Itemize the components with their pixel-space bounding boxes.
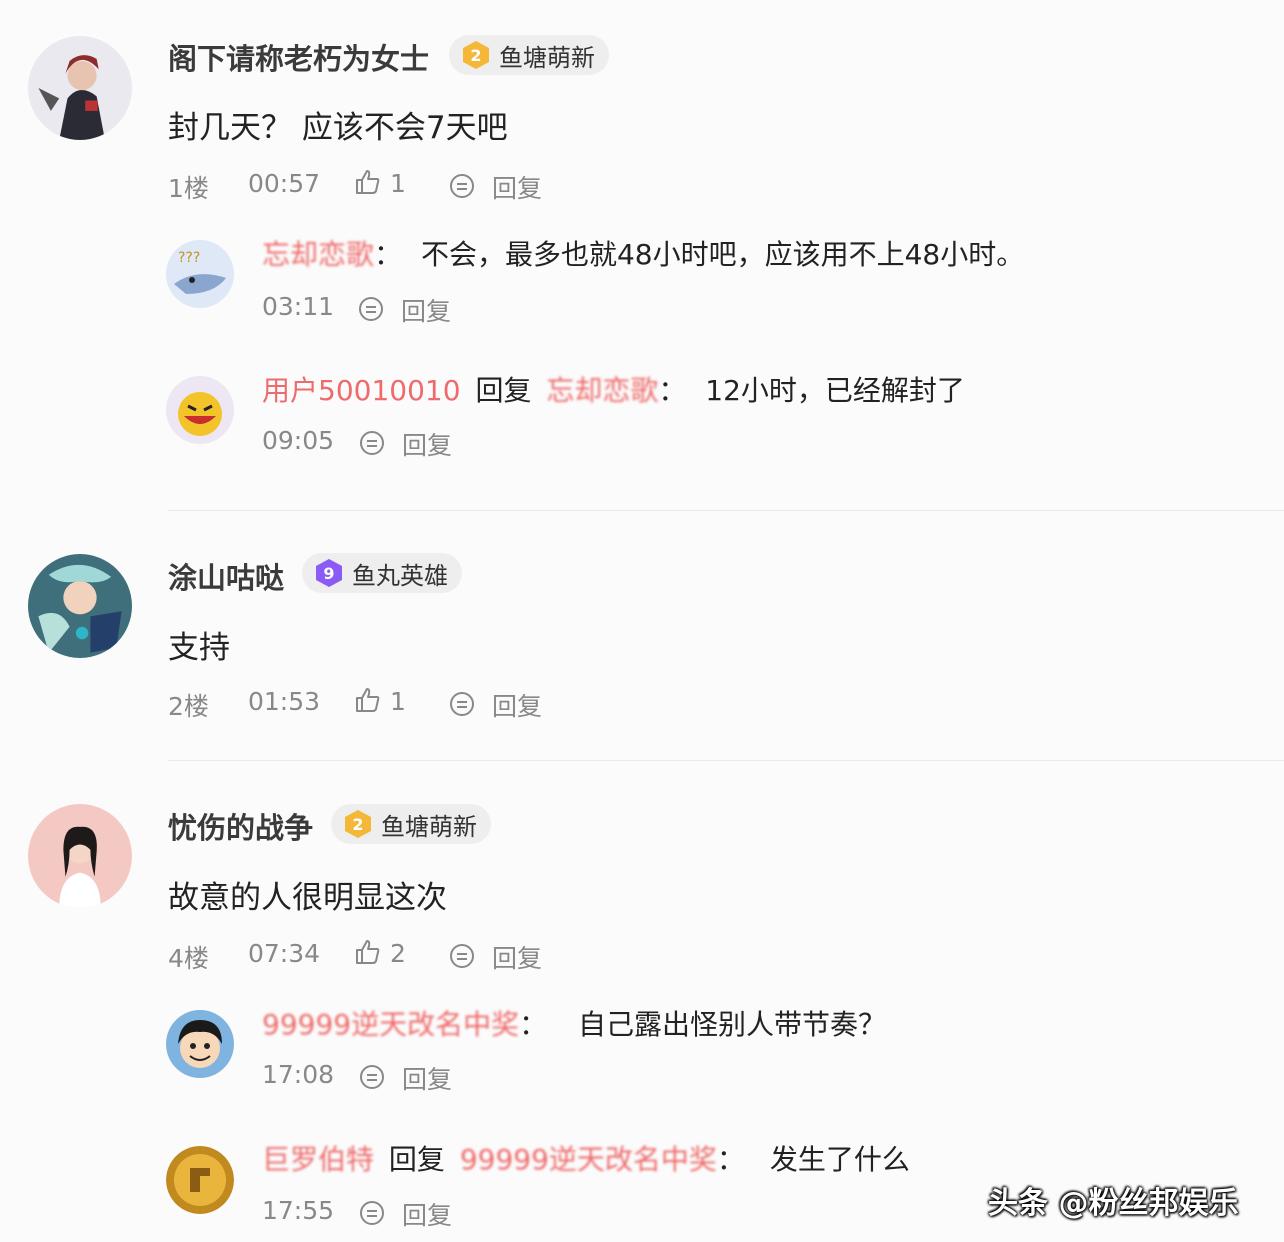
avatar-image	[166, 1146, 234, 1214]
reply-target-user[interactable]: 忘却恋歌	[546, 374, 658, 407]
comment-author[interactable]: 忧伤的战争	[168, 805, 313, 847]
like-count: 1	[390, 687, 406, 716]
reply-word: 回复	[475, 374, 532, 407]
reply-button[interactable]: 回复	[401, 292, 451, 328]
reply-line: 忘却恋歌： 不会，最多也就48小时吧，应该用不上48小时。	[262, 233, 1024, 273]
watermark: 头条 @粉丝邦娱乐	[988, 1186, 1239, 1221]
reply-avatar[interactable]	[166, 1146, 234, 1214]
reply-button[interactable]: 回复	[492, 939, 542, 975]
svg-text:2: 2	[470, 46, 481, 65]
reply-time: 17:08	[262, 1060, 335, 1089]
comment-bubble-icon[interactable]	[448, 690, 476, 718]
comment-time: 00:57	[248, 169, 321, 198]
thumbs-up-icon[interactable]	[354, 168, 382, 196]
reply-separator: ：	[374, 238, 403, 271]
reply-user[interactable]: 忘却恋歌	[262, 238, 374, 271]
avatar[interactable]	[28, 36, 132, 140]
like-count: 1	[390, 169, 406, 198]
level-2-icon: 2	[461, 40, 491, 70]
avatar[interactable]	[28, 804, 132, 908]
comment-bubble-icon[interactable]	[448, 942, 476, 970]
reply-line: 99999逆天改名中奖： 自己露出怪别人带节奏？	[262, 1003, 886, 1043]
thread-divider	[168, 760, 1284, 761]
floor-number: 2楼	[168, 692, 209, 721]
reply-separator: ：	[519, 1008, 548, 1041]
thread-divider	[168, 510, 1284, 511]
comment-text: 故意的人很明显这次	[168, 880, 447, 916]
reply-time: 17:55	[262, 1196, 335, 1225]
reply-user[interactable]: 99999逆天改名中奖	[262, 1008, 519, 1041]
comment-bubble-icon[interactable]	[358, 1063, 386, 1091]
reply-line: 巨罗伯特 回复 99999逆天改名中奖： 发生了什么	[262, 1138, 910, 1178]
comment-author[interactable]: 涂山咕哒	[168, 555, 284, 597]
floor-number: 1楼	[168, 174, 209, 203]
reply-user[interactable]: 巨罗伯特	[262, 1143, 374, 1176]
floor-number: 4楼	[168, 944, 209, 973]
avatar-image	[28, 554, 132, 658]
reply-avatar[interactable]	[166, 1010, 234, 1078]
reply-button[interactable]: 回复	[402, 426, 452, 462]
reply-button[interactable]: 回复	[402, 1060, 452, 1096]
thumbs-up-icon[interactable]	[354, 686, 382, 714]
comment-bubble-icon[interactable]	[357, 295, 385, 323]
reply-text: 发生了什么	[769, 1143, 910, 1176]
comment-text: 封几天？ 应该不会7天吧	[168, 110, 508, 146]
reply-button[interactable]: 回复	[492, 687, 542, 723]
reply-target-user[interactable]: 99999逆天改名中奖	[460, 1143, 717, 1176]
reply-avatar[interactable]: ???	[166, 240, 234, 308]
thumbs-up-icon[interactable]	[354, 938, 382, 966]
reply-button[interactable]: 回复	[402, 1196, 452, 1232]
level-9-icon: 9	[314, 558, 344, 588]
reply-word: 回复	[388, 1143, 445, 1176]
comment-time: 07:34	[248, 939, 321, 968]
comment-bubble-icon[interactable]	[448, 172, 476, 200]
avatar-image: ???	[166, 240, 234, 308]
reply-time: 09:05	[262, 426, 335, 455]
svg-text:2: 2	[352, 815, 363, 834]
reply-separator: ：	[716, 1143, 745, 1176]
reply-user[interactable]: 用户50010010	[262, 374, 461, 407]
user-level-badge: 2 鱼塘萌新	[331, 804, 491, 844]
reply-text: 12小时，已经解封了	[705, 374, 965, 407]
badge-label: 鱼塘萌新	[499, 43, 595, 72]
comment-author[interactable]: 阁下请称老朽为女士	[168, 36, 429, 78]
comment-bubble-icon[interactable]	[358, 429, 386, 457]
badge-label: 鱼丸英雄	[352, 561, 448, 590]
reply-text: 自己露出怪别人带节奏？	[578, 1008, 887, 1041]
reply-avatar[interactable]	[166, 376, 234, 444]
reply-text: 不会，最多也就48小时吧，应该用不上48小时。	[420, 238, 1025, 271]
avatar-image	[166, 1010, 234, 1078]
like-count: 2	[390, 939, 406, 968]
reply-time: 03:11	[262, 292, 335, 321]
user-level-badge: 2 鱼塘萌新	[449, 35, 609, 75]
avatar-image	[166, 376, 234, 444]
reply-separator: ：	[658, 374, 687, 407]
svg-text:9: 9	[323, 564, 334, 583]
comment-bubble-icon[interactable]	[358, 1199, 386, 1227]
avatar-image	[28, 804, 132, 908]
svg-text:???: ???	[178, 250, 200, 266]
level-2-icon: 2	[343, 809, 373, 839]
comment-text: 支持	[168, 630, 230, 666]
reply-line: 用户50010010 回复 忘却恋歌： 12小时，已经解封了	[262, 369, 965, 409]
comment-time: 01:53	[248, 687, 321, 716]
avatar-image	[28, 36, 132, 140]
reply-button[interactable]: 回复	[492, 169, 542, 205]
avatar[interactable]	[28, 554, 132, 658]
badge-label: 鱼塘萌新	[381, 812, 477, 841]
user-level-badge: 9 鱼丸英雄	[302, 553, 462, 593]
